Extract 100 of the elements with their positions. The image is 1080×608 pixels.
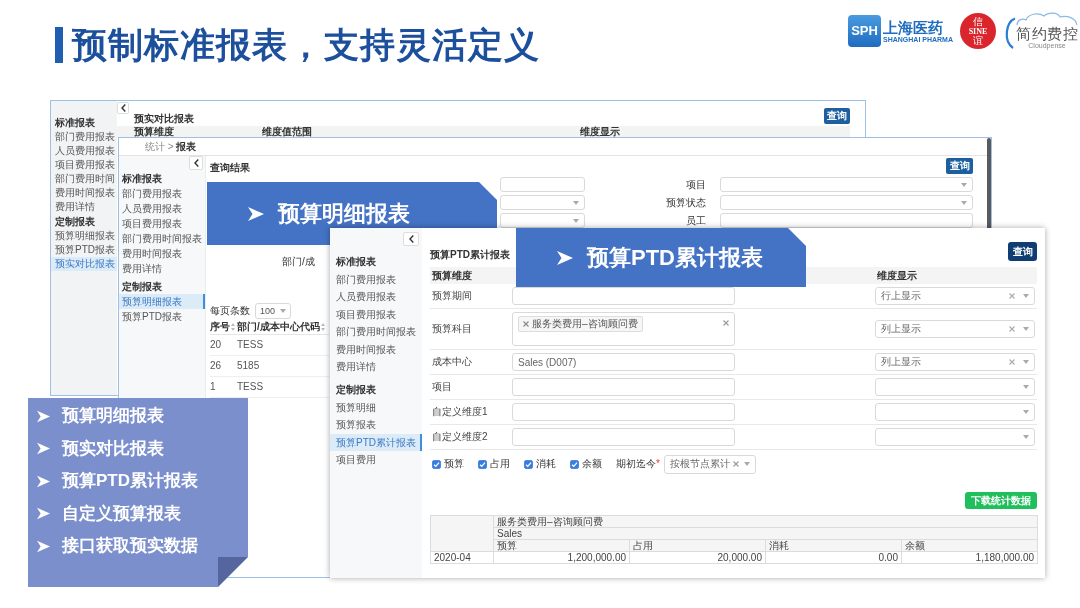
- select-field[interactable]: [720, 177, 973, 192]
- clear-icon[interactable]: [723, 320, 729, 326]
- sidebar-item[interactable]: 项目费用报表: [51, 158, 117, 172]
- sort-icon: [320, 323, 325, 331]
- checkbox-label: 预算: [444, 457, 464, 471]
- close-icon[interactable]: [523, 321, 529, 327]
- input-field[interactable]: [720, 213, 973, 228]
- sidebar-item[interactable]: 费用详情: [330, 358, 422, 376]
- sidebar-item[interactable]: 费用时间报表: [119, 246, 205, 261]
- select-field[interactable]: [500, 195, 585, 210]
- sidebar-heading: 标准报表: [54, 116, 96, 130]
- select-field[interactable]: [875, 428, 1035, 446]
- checkbox[interactable]: [478, 459, 487, 469]
- breadcrumb[interactable]: 统计 > 报表: [145, 140, 197, 153]
- select-field[interactable]: 列上显示: [875, 320, 1035, 338]
- sidebar-item[interactable]: 部门费用报表: [51, 130, 117, 144]
- sidebar-item[interactable]: 预算PTD累计报表: [330, 433, 422, 451]
- table-cell: 20,000.00: [629, 551, 766, 564]
- input-field[interactable]: [512, 378, 735, 396]
- seal-character: 谊: [973, 35, 983, 46]
- page-size-label: 每页条数: [210, 304, 250, 318]
- arrowhead-icon: [37, 539, 50, 553]
- caret-down-icon: [573, 200, 579, 205]
- checkbox[interactable]: [570, 459, 579, 469]
- report-title: 预实对比报表: [134, 113, 194, 125]
- sidebar-item[interactable]: 项目费用: [330, 451, 422, 469]
- sidebar-item[interactable]: 费用时间报表: [51, 186, 117, 200]
- sidebar-heading: 定制报表: [121, 280, 163, 294]
- clear-icon[interactable]: [1009, 293, 1015, 299]
- sidebar-item[interactable]: 人员费用报表: [330, 288, 422, 306]
- sidebar-item[interactable]: 人员费用报表: [119, 201, 205, 216]
- tag-select-field[interactable]: 服务类费用–咨询顾问费: [512, 312, 735, 346]
- sidebar-item[interactable]: 部门费用时间: [51, 172, 117, 186]
- checkbox[interactable]: [524, 459, 533, 469]
- sidebar-item[interactable]: 项目费用报表: [330, 305, 422, 323]
- chevron-left-icon: [120, 104, 126, 112]
- checkbox[interactable]: [432, 459, 441, 469]
- clear-icon[interactable]: [1009, 326, 1015, 332]
- query-button[interactable]: 查询: [946, 158, 973, 174]
- sidebar-item[interactable]: 费用详情: [51, 200, 117, 214]
- table-cell: 5185: [237, 356, 329, 377]
- clear-icon[interactable]: [1009, 359, 1015, 365]
- dimension-label: 项目: [431, 380, 452, 394]
- select-field[interactable]: [875, 403, 1035, 421]
- sidebar-item[interactable]: 预实对比报表: [51, 257, 117, 271]
- input-field[interactable]: [512, 428, 735, 446]
- title-accent-bar: [55, 27, 63, 63]
- dimension-label: 预算科目: [431, 322, 472, 336]
- query-button[interactable]: 查询: [1008, 242, 1037, 261]
- clear-icon[interactable]: [732, 461, 739, 467]
- scrollbar-thumb[interactable]: [987, 138, 991, 231]
- sidebar-item[interactable]: 预算PTD报表: [51, 243, 117, 257]
- sidebar-item[interactable]: 项目费用报表: [119, 216, 205, 231]
- select-field[interactable]: 行上显示: [875, 287, 1035, 305]
- field-label: 期初迄今*: [616, 457, 660, 471]
- feature-item: 预算PTD累计报表: [62, 471, 198, 492]
- sidebar-item[interactable]: 人员费用报表: [51, 144, 117, 158]
- logo-name: 上海医药: [883, 18, 943, 36]
- column-header: 维度显示: [876, 268, 917, 283]
- table-cell: 1,180,000.00: [901, 551, 1038, 564]
- select-field[interactable]: [500, 213, 585, 228]
- sidebar-item[interactable]: 预算报表: [330, 416, 422, 434]
- logo-name: 简约费控: [1016, 25, 1078, 42]
- sidebar-item[interactable]: 部门费用时间报表: [330, 323, 422, 341]
- sidebar-heading: 定制报表: [335, 383, 377, 397]
- caret-down-icon: [961, 200, 967, 205]
- sidebar-item[interactable]: 费用时间报表: [330, 340, 422, 358]
- column-header[interactable]: 部门/成本中心代码: [237, 320, 329, 335]
- logo-mark: SPH: [848, 15, 881, 47]
- sidebar-item[interactable]: 预算明细: [330, 398, 422, 416]
- query-button[interactable]: 查询: [824, 108, 850, 124]
- tag-chip[interactable]: 服务类费用–咨询顾问费: [518, 316, 643, 332]
- select-field[interactable]: 按根节点累计: [663, 454, 756, 474]
- sidebar-item[interactable]: 部门费用时间报表: [119, 231, 205, 246]
- collapse-button[interactable]: [189, 156, 203, 170]
- select-field[interactable]: [875, 378, 1035, 396]
- select-field[interactable]: 列上显示: [875, 353, 1035, 371]
- column-header[interactable]: 序号: [210, 320, 237, 335]
- page-size-select[interactable]: 100: [255, 303, 292, 319]
- arrowhead-icon: [557, 249, 573, 266]
- table-corner-cell: [430, 515, 494, 552]
- checkbox-label: 占用: [490, 457, 510, 471]
- sidebar-item[interactable]: 部门费用报表: [119, 186, 205, 201]
- sidebar-item[interactable]: 预算PTD报表: [119, 309, 205, 324]
- input-field[interactable]: [512, 403, 735, 421]
- sidebar-item[interactable]: 预算明细报表: [51, 229, 117, 243]
- table-cell: 0.00: [765, 551, 902, 564]
- input-field[interactable]: Sales (D007): [512, 353, 735, 371]
- table-cell: 26: [210, 356, 237, 377]
- input-field[interactable]: [512, 287, 735, 305]
- field-label: 员工: [686, 214, 706, 228]
- input-field[interactable]: [500, 177, 585, 192]
- caret-down-icon: [961, 182, 967, 187]
- sidebar-item[interactable]: 部门费用报表: [330, 270, 422, 288]
- collapse-button[interactable]: [403, 232, 419, 246]
- sidebar-item[interactable]: 费用详情: [119, 261, 205, 276]
- collapse-button[interactable]: [117, 102, 129, 114]
- select-field[interactable]: [720, 195, 973, 210]
- caret-down-icon: [280, 309, 287, 313]
- sidebar-item[interactable]: 预算明细报表: [119, 294, 205, 309]
